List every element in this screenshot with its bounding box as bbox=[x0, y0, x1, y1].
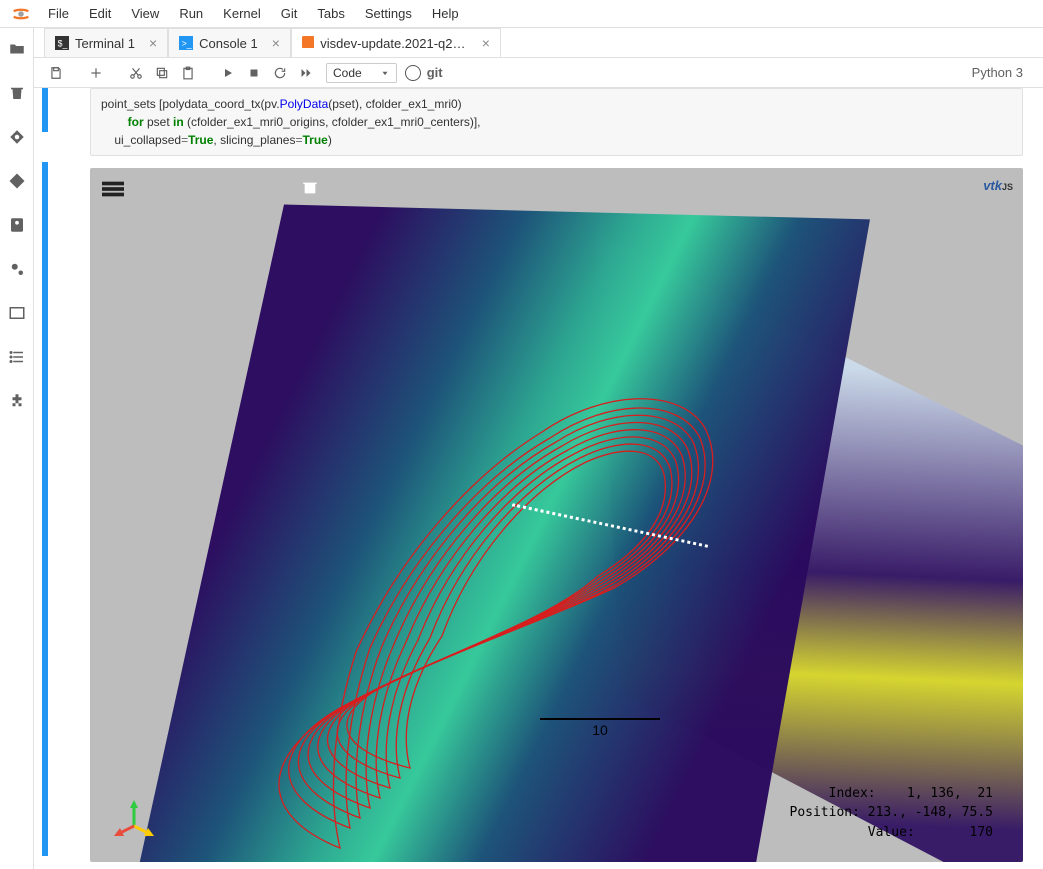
viewer-info-overlay: Index: 1, 136, 21 Position: 213., -148, … bbox=[790, 784, 994, 843]
kernel-status-icon[interactable] bbox=[405, 65, 421, 81]
itk-viewer-widget[interactable]: vtkJS 10 Index: 1, 1 bbox=[90, 168, 1023, 862]
tab-label: Terminal 1 bbox=[75, 36, 135, 51]
menu-file[interactable]: File bbox=[38, 2, 79, 25]
svg-text:$_: $_ bbox=[58, 39, 68, 49]
folder-icon[interactable] bbox=[8, 40, 26, 58]
cut-button[interactable] bbox=[124, 61, 148, 85]
tab-console-1[interactable]: >_ Console 1 × bbox=[168, 28, 291, 57]
target-icon[interactable] bbox=[8, 128, 26, 146]
menu-kernel[interactable]: Kernel bbox=[213, 2, 271, 25]
kernel-name[interactable]: Python 3 bbox=[972, 65, 1033, 80]
add-cell-button[interactable] bbox=[84, 61, 108, 85]
left-sidebar bbox=[0, 28, 34, 869]
restart-button[interactable] bbox=[268, 61, 292, 85]
user-badge-icon[interactable] bbox=[8, 216, 26, 234]
menu-git[interactable]: Git bbox=[271, 2, 308, 25]
terminal-icon: $_ bbox=[55, 36, 69, 50]
extension-icon[interactable] bbox=[8, 392, 26, 410]
list-icon[interactable] bbox=[8, 348, 26, 366]
celltype-label: Code bbox=[333, 66, 362, 80]
celltype-select[interactable]: Code bbox=[326, 63, 397, 83]
trash-icon[interactable] bbox=[8, 84, 26, 102]
menu-settings[interactable]: Settings bbox=[355, 2, 422, 25]
tabbar: $_ Terminal 1 × >_ Console 1 × visdev-up… bbox=[34, 28, 1043, 58]
output-cell-row: vtkJS 10 Index: 1, 1 bbox=[34, 162, 1035, 868]
copy-button[interactable] bbox=[150, 61, 174, 85]
save-button[interactable] bbox=[44, 61, 68, 85]
menu-edit[interactable]: Edit bbox=[79, 2, 121, 25]
reset-camera-icon[interactable] bbox=[302, 180, 318, 199]
main-area: $_ Terminal 1 × >_ Console 1 × visdev-up… bbox=[0, 28, 1043, 869]
close-icon[interactable]: × bbox=[482, 35, 490, 51]
viewer-canvas[interactable] bbox=[90, 168, 1023, 862]
code-cell-row: point_sets [polydata_coord_tx(pv.PolyDat… bbox=[34, 88, 1035, 162]
jupyter-logo bbox=[10, 3, 32, 25]
close-icon[interactable]: × bbox=[272, 35, 280, 51]
code-input[interactable]: point_sets [polydata_coord_tx(pv.PolyDat… bbox=[90, 88, 1023, 156]
menu-view[interactable]: View bbox=[121, 2, 169, 25]
svg-text:>_: >_ bbox=[182, 39, 192, 49]
close-icon[interactable]: × bbox=[149, 35, 157, 51]
scalebar: 10 bbox=[540, 718, 660, 738]
notebook-body[interactable]: point_sets [polydata_coord_tx(pv.PolyDat… bbox=[34, 88, 1043, 869]
stop-button[interactable] bbox=[242, 61, 266, 85]
window-icon[interactable] bbox=[8, 304, 26, 322]
tab-label: Console 1 bbox=[199, 36, 258, 51]
run-all-button[interactable] bbox=[294, 61, 318, 85]
menubar: File Edit View Run Kernel Git Tabs Setti… bbox=[0, 0, 1043, 28]
pointset-contours bbox=[210, 328, 830, 862]
gear-icon[interactable] bbox=[8, 260, 26, 278]
menu-tabs[interactable]: Tabs bbox=[307, 2, 354, 25]
vtk-logo: vtkJS bbox=[983, 178, 1013, 194]
git-icon[interactable] bbox=[8, 172, 26, 190]
menu-help[interactable]: Help bbox=[422, 2, 469, 25]
menu-run[interactable]: Run bbox=[169, 2, 213, 25]
tab-terminal-1[interactable]: $_ Terminal 1 × bbox=[44, 28, 168, 57]
run-button[interactable] bbox=[216, 61, 240, 85]
paste-button[interactable] bbox=[176, 61, 200, 85]
content-area: $_ Terminal 1 × >_ Console 1 × visdev-up… bbox=[34, 28, 1043, 869]
tab-label: visdev-update.2021-q2.ipynb bbox=[320, 36, 467, 51]
tab-notebook[interactable]: visdev-update.2021-q2.ipynb × bbox=[291, 28, 501, 57]
notebook-icon bbox=[302, 36, 314, 50]
git-button[interactable]: git bbox=[423, 61, 447, 85]
scalebar-label: 10 bbox=[540, 722, 660, 738]
toolbar: Code git Python 3 bbox=[34, 58, 1043, 88]
console-icon: >_ bbox=[179, 36, 193, 50]
axes-gizmo[interactable] bbox=[114, 798, 154, 838]
hamburger-icon[interactable] bbox=[102, 178, 124, 203]
chevron-down-icon bbox=[380, 68, 390, 78]
